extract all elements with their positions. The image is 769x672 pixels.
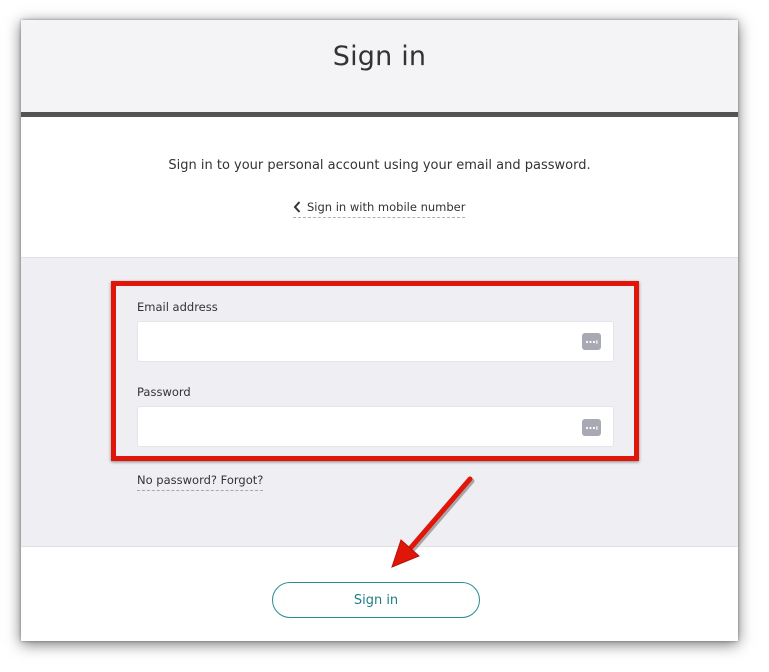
password-field[interactable] — [137, 406, 614, 447]
forgot-password-link[interactable]: No password? Forgot? — [137, 473, 264, 491]
intro-text: Sign in to your personal account using y… — [168, 158, 591, 173]
signin-mobile-link-label: Sign in with mobile number — [307, 200, 466, 214]
page-title: Sign in — [332, 41, 427, 72]
header: Sign in — [21, 20, 738, 117]
email-label: Email address — [137, 300, 218, 314]
password-manager-icon[interactable] — [582, 333, 601, 350]
signin-mobile-link[interactable]: Sign in with mobile number — [293, 200, 466, 218]
password-label: Password — [137, 385, 191, 399]
chevron-left-icon — [293, 201, 301, 213]
signin-card: Sign in Sign in to your personal account… — [21, 20, 738, 641]
signin-button[interactable]: Sign in — [272, 582, 480, 618]
email-field[interactable] — [137, 321, 614, 362]
password-manager-icon[interactable] — [582, 419, 601, 436]
form-area: Email address Password No password? Forg… — [21, 257, 738, 547]
